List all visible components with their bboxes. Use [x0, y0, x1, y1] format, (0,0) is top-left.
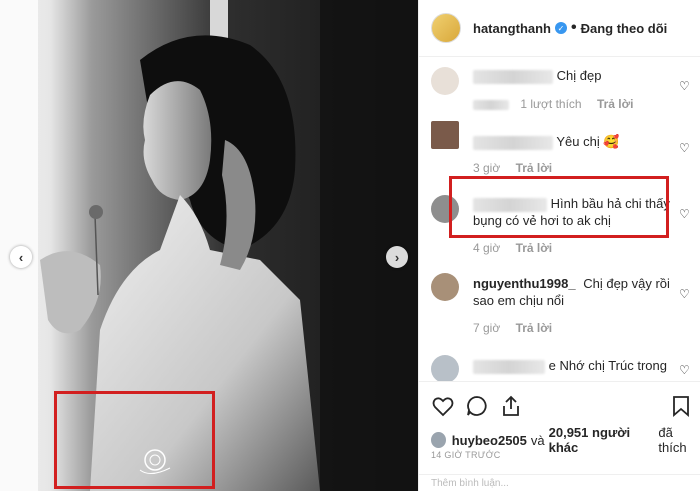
commenter-avatar[interactable]: [431, 67, 459, 95]
follow-button[interactable]: Đang theo dõi: [581, 21, 668, 36]
like-heart-icon[interactable]: [431, 394, 455, 418]
commenter-avatar[interactable]: [431, 121, 459, 149]
post-header: hatangthanh ✓ • Đang theo dõi: [419, 0, 700, 57]
author-avatar[interactable]: [431, 13, 461, 43]
verified-badge-icon: ✓: [555, 22, 567, 34]
reply-button[interactable]: Trả lời: [516, 241, 553, 255]
previous-photo-button[interactable]: ‹: [10, 246, 32, 268]
add-comment-input[interactable]: Thêm bình luận...: [431, 478, 509, 489]
photo-highlight-box: [54, 391, 215, 489]
action-icons: [431, 394, 691, 420]
comment-item: e Nhớ chị Trúc trong ♡: [431, 353, 691, 381]
blurred-username: [473, 359, 545, 374]
comment-text: Yêu chị 🥰: [556, 134, 620, 149]
share-icon[interactable]: [499, 394, 523, 418]
comment-meta: 4 giờ Trả lời: [473, 241, 564, 255]
comment-like-count[interactable]: 1 lượt thích: [520, 97, 581, 111]
reply-button[interactable]: Trả lời: [597, 97, 634, 111]
post-photo[interactable]: ‹ ›: [0, 0, 418, 491]
header-separator: •: [571, 19, 577, 36]
comment-item: nguyenthu1998_ Chị đẹp vậy rồi sao em ch…: [431, 267, 691, 339]
comment-body: Yêu chị 🥰: [473, 133, 673, 150]
comment-item: Chị đẹp 1 lượt thích Trả lời ♡: [431, 61, 691, 113]
chevron-left-icon: ‹: [18, 249, 24, 265]
comment-meta: 3 giờ Trả lời: [473, 161, 564, 175]
comment-bubble-icon[interactable]: [465, 394, 489, 418]
liker-avatar: [431, 432, 446, 448]
comment-item: Yêu chị 🥰 3 giờ Trả lời ♡: [431, 119, 691, 175]
comment-time: 4 giờ: [473, 241, 501, 255]
commenter-username[interactable]: nguyenthu1998_: [473, 276, 576, 291]
chevron-right-icon: ›: [394, 249, 400, 265]
reply-button[interactable]: Trả lời: [516, 161, 553, 175]
next-photo-button[interactable]: ›: [386, 246, 408, 268]
comment-body: e Nhớ chị Trúc trong: [473, 357, 673, 374]
comment-highlight-box: [449, 176, 669, 238]
blurred-username: [473, 69, 553, 84]
comment-time: 7 giờ: [473, 321, 501, 335]
post-timestamp[interactable]: 14 GIỜ TRƯỚC: [431, 450, 501, 460]
author-username[interactable]: hatangthanh: [473, 21, 551, 36]
comment-body: Chị đẹp: [473, 67, 673, 84]
commenter-avatar[interactable]: [431, 273, 459, 301]
add-comment-bar[interactable]: Thêm bình luận...: [419, 474, 700, 491]
commenter-avatar[interactable]: [431, 355, 459, 381]
blurred-username: [473, 135, 553, 150]
heart-icon[interactable]: ♡: [679, 207, 691, 221]
heart-icon[interactable]: ♡: [679, 287, 691, 301]
heart-icon[interactable]: ♡: [679, 79, 691, 93]
post-actions: huybeo2505 và 20,951 người khác đã thích…: [419, 381, 700, 491]
likes-count[interactable]: 20,951 người khác: [549, 425, 655, 455]
comment-meta: 1 lượt thích Trả lời: [473, 97, 646, 111]
comment-body: nguyenthu1998_ Chị đẹp vậy rồi sao em ch…: [473, 275, 673, 309]
comments-list[interactable]: Chị đẹp 1 lượt thích Trả lời ♡ Yêu chị 🥰…: [419, 57, 700, 381]
likes-suffix: đã thích: [658, 425, 687, 455]
heart-icon[interactable]: ♡: [679, 363, 691, 377]
liker-username[interactable]: huybeo2505: [452, 433, 527, 448]
bookmark-icon[interactable]: [669, 394, 693, 418]
comment-text: e Nhớ chị Trúc trong: [548, 358, 667, 373]
likes-joiner: và: [530, 432, 545, 448]
comment-meta: 7 giờ Trả lời: [473, 321, 564, 335]
comment-text: Chị đẹp: [556, 68, 602, 83]
post-side-panel: hatangthanh ✓ • Đang theo dõi Chị đẹp 1 …: [418, 0, 700, 491]
heart-icon[interactable]: ♡: [679, 141, 691, 155]
reply-button[interactable]: Trả lời: [516, 321, 553, 335]
comment-time: 3 giờ: [473, 161, 501, 175]
